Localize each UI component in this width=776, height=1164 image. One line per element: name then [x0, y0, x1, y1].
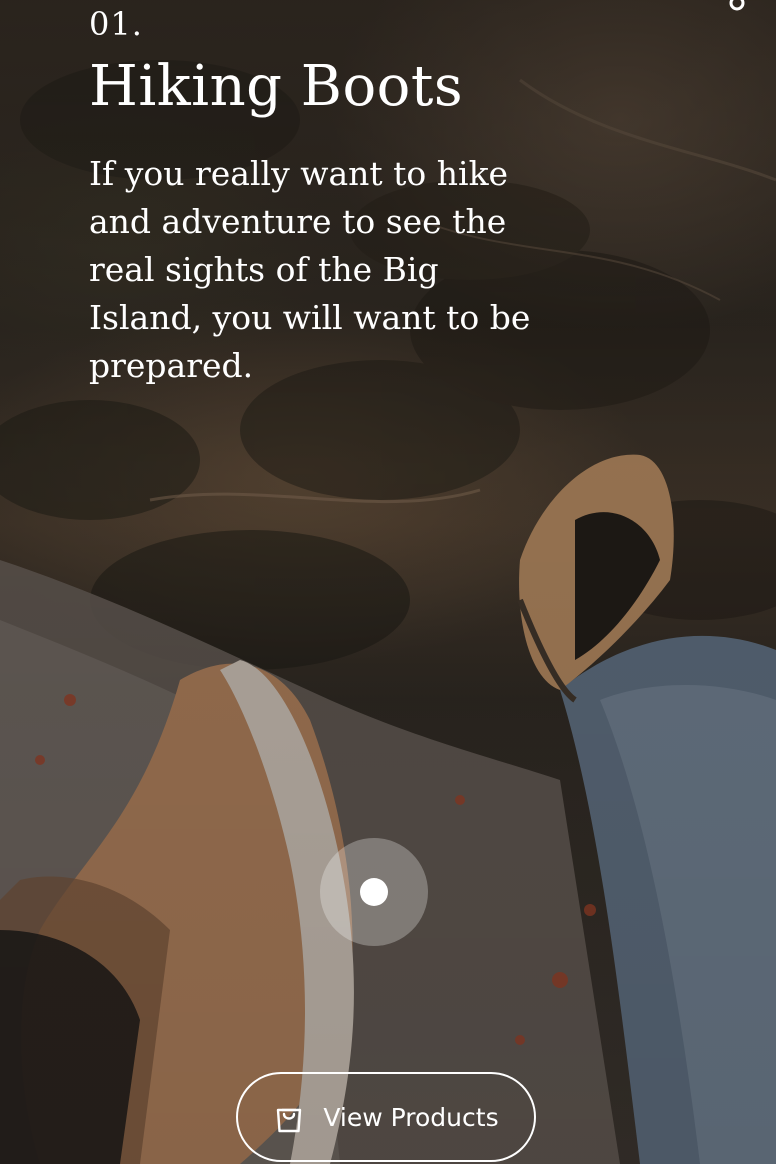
slide-title: Hiking Boots	[89, 54, 464, 119]
slide-description: If you really want to hike and adventure…	[89, 154, 531, 385]
shopping-bag-icon	[277, 1108, 302, 1133]
view-products-label: View Products	[323, 1102, 499, 1132]
hotspot-dot-icon	[360, 878, 388, 906]
view-products-button[interactable]: View Products	[236, 1072, 536, 1162]
hero-slide: 01. Hiking Boots If you really want to h…	[0, 0, 776, 1164]
product-hotspot[interactable]	[320, 838, 428, 946]
slide-index: 01.	[89, 5, 143, 43]
link-icon[interactable]	[726, 0, 748, 14]
